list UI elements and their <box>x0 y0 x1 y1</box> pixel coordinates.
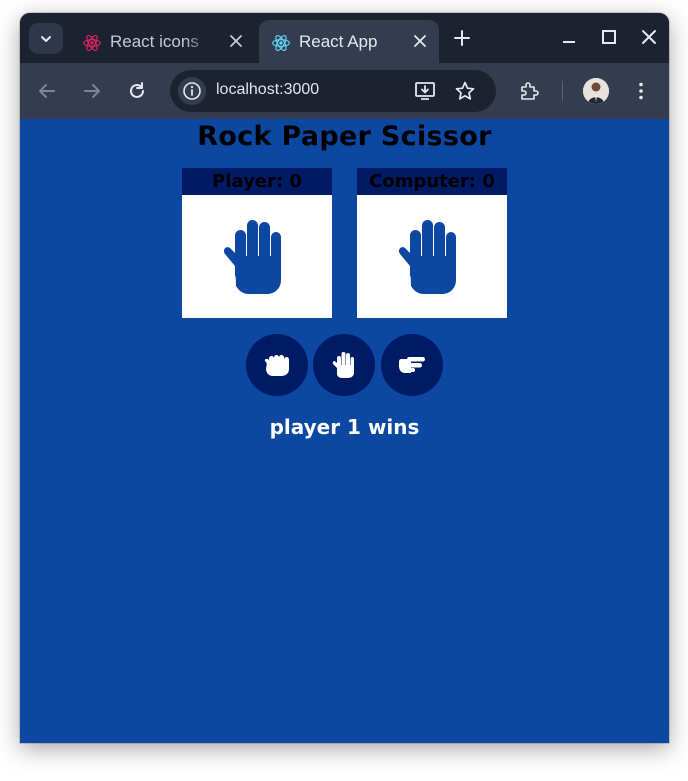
extensions-puzzle-icon[interactable] <box>518 80 540 102</box>
browser-window: React icons React App localhost:3000 Roc… <box>20 13 669 743</box>
close-window-icon[interactable] <box>640 28 658 46</box>
react-icon <box>83 35 101 51</box>
tab-title: React icons <box>110 32 199 51</box>
forward-arrow-icon[interactable] <box>81 80 103 102</box>
scissors-hand-icon <box>399 357 425 373</box>
react-icon <box>272 35 290 51</box>
profile-avatar[interactable] <box>583 78 609 104</box>
url-text: localhost:3000 <box>216 81 320 98</box>
new-tab-icon[interactable] <box>453 29 471 47</box>
page-title: Rock Paper Scissor <box>197 121 492 152</box>
menu-kebab-icon[interactable] <box>630 80 652 102</box>
tab-title: React App <box>299 32 378 51</box>
back-arrow-icon[interactable] <box>36 80 58 102</box>
chevron-down-icon <box>41 35 51 42</box>
computer-score-label: Computer: 0 <box>357 168 507 195</box>
close-icon[interactable] <box>413 34 427 48</box>
player-card: Player: 0 <box>182 168 332 318</box>
result-text: player 1 wins <box>269 415 420 439</box>
scissors-button[interactable] <box>381 334 443 396</box>
paper-hand-icon <box>398 220 456 294</box>
computer-card: Computer: 0 <box>357 168 507 318</box>
reload-icon[interactable] <box>126 80 148 102</box>
rock-button[interactable] <box>246 334 308 396</box>
minimize-icon[interactable] <box>560 28 578 46</box>
maximize-icon[interactable] <box>600 28 618 46</box>
browser-toolbar: localhost:3000 <box>20 63 669 119</box>
bookmark-star-icon[interactable] <box>454 80 476 102</box>
paper-hand-icon <box>223 220 281 294</box>
rock-hand-icon <box>264 355 289 376</box>
install-app-icon[interactable] <box>414 80 436 102</box>
paper-button[interactable] <box>313 334 375 396</box>
toolbar-divider <box>562 81 563 101</box>
tab-strip: React icons React App <box>20 13 669 63</box>
profile-picture <box>583 78 609 104</box>
tab-react-app[interactable]: React App <box>259 20 439 63</box>
site-info-button[interactable] <box>178 77 206 105</box>
tab-react-icons[interactable]: React icons <box>70 20 255 63</box>
player-score-label: Player: 0 <box>182 168 332 195</box>
address-bar[interactable]: localhost:3000 <box>170 70 496 112</box>
page-content: Rock Paper Scissor Player: 0 Computer: 0 <box>20 119 669 743</box>
info-icon <box>183 82 201 100</box>
tab-search-button[interactable] <box>29 23 63 54</box>
close-icon[interactable] <box>229 34 243 48</box>
paper-hand-icon <box>332 352 354 378</box>
